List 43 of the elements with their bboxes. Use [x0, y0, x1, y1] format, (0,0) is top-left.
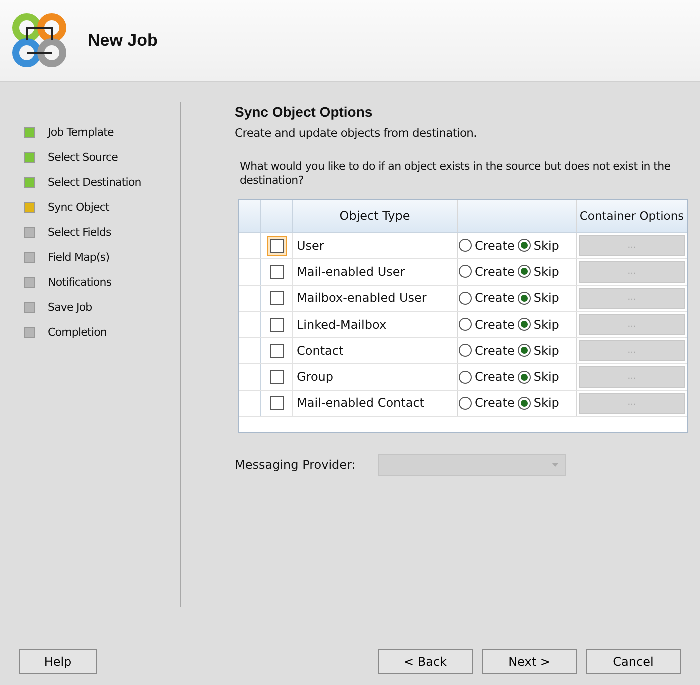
question-text: What would you like to do if an object exists in the source but does not exist in the destination?: [240, 160, 672, 188]
radio-label: Skip: [534, 264, 560, 279]
help-button[interactable]: Help: [19, 649, 97, 674]
column-header: Object Type: [340, 209, 410, 223]
step-label: Completion: [48, 326, 108, 339]
object-type-cell: Contact: [297, 344, 344, 358]
object-type-cell: Mailbox-enabled User: [297, 291, 427, 306]
radio-label: Create: [475, 344, 515, 358]
logo-icon: [12, 12, 68, 68]
step-label: Field Map(s): [48, 251, 110, 264]
step-label: Select Fields: [48, 226, 112, 239]
step-label: Save Job: [48, 301, 92, 314]
step-label: Select Destination: [48, 176, 142, 189]
radio-label: Skip: [534, 238, 560, 253]
wizard-button[interactable]: Next >: [482, 649, 577, 674]
dropdown-icon: [552, 463, 559, 467]
page-title: Sync Object Options: [235, 104, 374, 120]
object-type-cell: User: [297, 238, 324, 253]
radio-label: Create: [475, 396, 515, 410]
window-title: New Job: [88, 30, 158, 50]
radio-label: Skip: [534, 396, 560, 410]
step-label: Job Template: [48, 126, 114, 139]
radio-label: Create: [475, 318, 515, 332]
wizard-button[interactable]: < Back: [378, 649, 473, 674]
object-type-cell: Linked-Mailbox: [297, 318, 387, 332]
radio-label: Create: [475, 264, 515, 279]
radio-label: Create: [475, 291, 515, 306]
column-header: Container Options: [580, 209, 684, 223]
radio-label: Create: [475, 370, 515, 384]
field-label: Messaging Provider:: [235, 458, 356, 472]
wizard-button[interactable]: Cancel: [586, 649, 681, 674]
step-label: Notifications: [48, 276, 112, 289]
step-label: Select Source: [48, 151, 118, 164]
object-type-cell: Group: [297, 370, 334, 384]
page-subtitle: Create and update objects from destination.: [235, 126, 478, 140]
object-type-cell: Mail-enabled User: [297, 264, 406, 279]
object-type-cell: Mail-enabled Contact: [297, 396, 424, 410]
radio-label: Create: [475, 238, 515, 253]
radio-label: Skip: [534, 318, 560, 332]
step-label: Sync Object: [48, 201, 110, 214]
radio-label: Skip: [534, 370, 560, 384]
radio-label: Skip: [534, 344, 560, 358]
radio-label: Skip: [534, 291, 560, 306]
